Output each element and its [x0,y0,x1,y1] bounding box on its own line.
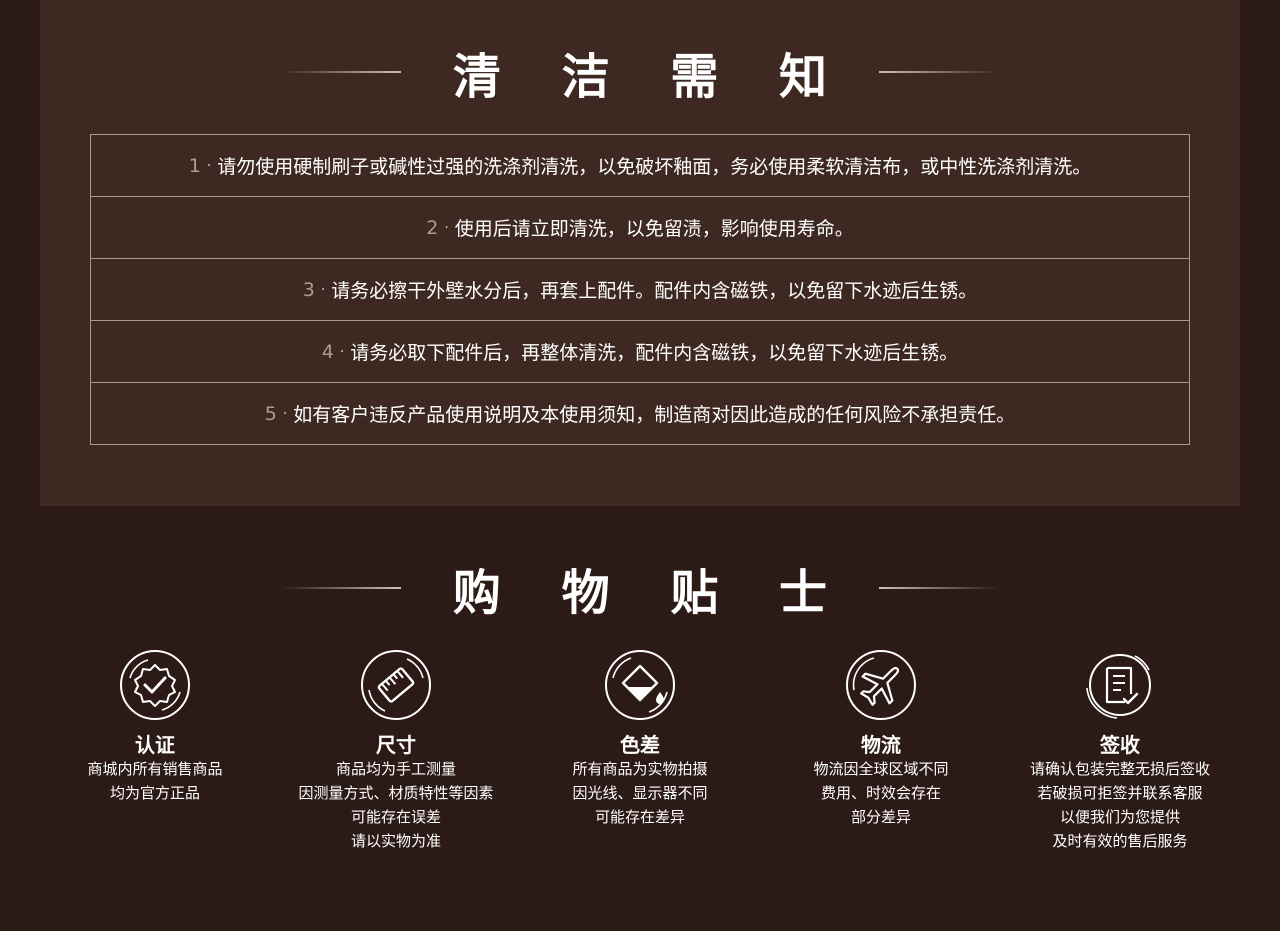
rule-text: 请务必取下配件后，再整体清洗，配件内含磁铁，以免留下水迹后生锈。 [350,342,959,364]
tip-text: 及时有效的售后服务 [1052,832,1188,850]
care-rule-row: 4 · 请务必取下配件后，再整体清洗，配件内含磁铁，以免留下水迹后生锈。 [91,321,1189,383]
rule-number: 5 [264,402,277,425]
rule-bullet: · [444,219,449,236]
tip-text: 均为官方正品 [109,784,200,802]
heading-divider-left [280,587,401,589]
airplane-icon [846,650,916,720]
care-rule-row: 3 · 请务必擦干外壁水分后，再套上配件。配件内含磁铁，以免留下水迹后生锈。 [91,259,1189,321]
tip-text: 请确认包装完整无损后签收 [1029,760,1210,778]
heading-divider-right [879,71,1000,73]
tip-title: 认证 [135,733,175,757]
tip-title: 签收 [1100,733,1140,757]
tip-title: 色差 [620,733,660,757]
tip-color-difference: 色差 所有商品为实物拍摄 因光线、显示器不同 可能存在差异 [520,648,760,829]
heading-divider-right [879,587,1000,589]
tip-text: 因光线、显示器不同 [572,784,708,802]
rule-text: 使用后请立即清洗，以免留渍，影响使用寿命。 [454,218,854,240]
shop-title: 购 物 贴 士 [452,565,850,621]
care-heading: 清 洁 需 知 [0,42,1280,105]
shopping-tips: 认证 商城内所有销售商品 均为官方正品 尺寸 商品均为手工测量 因测量方式、材质… [35,648,1245,878]
rule-bullet: · [339,343,345,360]
tip-text: 部分差异 [850,808,911,826]
rule-bullet: · [206,157,212,174]
tip-text: 因测量方式、材质特性等因素 [298,784,494,802]
rule-text: 如有客户违反产品使用说明及本使用须知，制造商对因此造成的任何风险不承担责任。 [293,404,1016,426]
care-title: 清 洁 需 知 [452,49,850,105]
care-rules-table: 1 · 请勿使用硬制刷子或碱性过强的洗涤剂清洗，以免破坏釉面，务必使用柔软清洁布… [90,134,1190,445]
tip-text: 可能存在误差 [350,808,441,826]
tip-logistics: 物流 物流因全球区域不同 费用、时效会存在 部分差异 [761,648,1001,829]
rule-bullet: · [320,281,326,298]
tip-text: 所有商品为实物拍摄 [572,760,708,778]
care-rule-row: 5 · 如有客户违反产品使用说明及本使用须知，制造商对因此造成的任何风险不承担责… [91,383,1189,444]
rule-number: 3 [302,278,315,301]
tip-title: 尺寸 [376,733,416,757]
rule-text: 请勿使用硬制刷子或碱性过强的洗涤剂清洗，以免破坏釉面，务必使用柔软清洁布，或中性… [217,156,1092,178]
tip-sign-for: 签收 请确认包装完整无损后签收 若破损可拒签并联系客服 以便我们为您提供 及时有… [1000,648,1240,853]
rule-text: 请务必擦干外壁水分后，再套上配件。配件内含磁铁，以免留下水迹后生锈。 [331,280,978,302]
rule-bullet: · [282,405,288,422]
care-rule-row: 2 · 使用后请立即清洗，以免留渍，影响使用寿命。 [91,197,1189,259]
tip-text: 商城内所有销售商品 [87,760,223,778]
rule-number: 2 [426,216,439,239]
tip-text: 商品均为手工测量 [335,760,456,778]
shop-heading: 购 物 贴 士 [0,558,1280,621]
ruler-icon [361,650,431,720]
rule-number: 4 [321,340,334,363]
rule-number: 1 [188,154,201,177]
tip-text: 以便我们为您提供 [1059,808,1180,826]
heading-divider-left [280,71,401,73]
tip-title: 物流 [861,733,901,757]
care-rule-row: 1 · 请勿使用硬制刷子或碱性过强的洗涤剂清洗，以免破坏釉面，务必使用柔软清洁布… [91,135,1189,197]
certified-badge-icon [120,650,190,720]
tip-text: 若破损可拒签并联系客服 [1037,784,1203,802]
tip-text: 物流因全球区域不同 [813,760,949,778]
document-check-icon [1086,654,1151,719]
tip-certification: 认证 商城内所有销售商品 均为官方正品 [35,648,275,805]
color-drop-icon [605,650,675,720]
tip-text: 请以实物为准 [350,832,441,850]
tip-text: 可能存在差异 [594,808,685,826]
tip-size: 尺寸 商品均为手工测量 因测量方式、材质特性等因素 可能存在误差 请以实物为准 [276,648,516,853]
tip-text: 费用、时效会存在 [820,784,941,802]
